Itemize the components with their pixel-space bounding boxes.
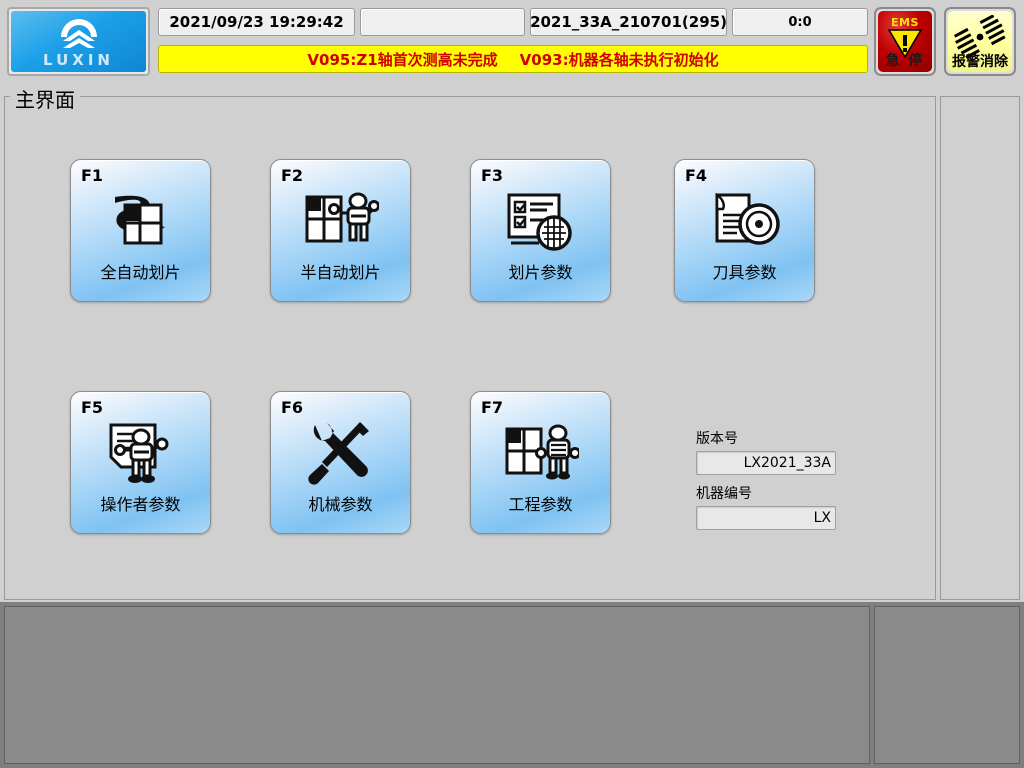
fkey-label: F6: [281, 398, 304, 417]
function-button-f2[interactable]: F2 半自动划片: [270, 159, 411, 302]
machine-params-icon: [302, 418, 380, 490]
fkey-label: F5: [81, 398, 104, 417]
function-button-f6[interactable]: F6 机械参数: [270, 391, 411, 534]
alarm-clear-label: 报警消除: [952, 54, 1008, 70]
fkey-label: F1: [81, 166, 104, 185]
alarm-clear-button[interactable]: 报警消除: [944, 7, 1016, 76]
alarm-message-1: V095:Z1轴首次测高未完成: [307, 50, 498, 69]
hmi-screen: LUXIN 2021/09/23 19:29:42 2021_33A_21070…: [0, 0, 1024, 768]
toolbar-left-group: [4, 606, 870, 764]
function-label: 操作者参数: [100, 495, 181, 514]
function-button-f7[interactable]: F7 工程参数: [470, 391, 611, 534]
function-label: 半自动划片: [300, 263, 381, 282]
machine-info-block: 版本号 LX2021_33A 机器编号 LX: [696, 428, 836, 538]
luxin-mark-icon: [60, 19, 97, 48]
ems-label-cn: 急 停: [885, 53, 925, 69]
fkey-label: F2: [281, 166, 304, 185]
function-label: 划片参数: [508, 263, 573, 282]
datetime-display: 2021/09/23 19:29:42: [158, 8, 355, 36]
company-logo: LUXIN: [7, 7, 150, 76]
semi-auto-dicing-icon: [302, 186, 380, 258]
toolbar-right-group: [874, 606, 1020, 764]
side-panel: [940, 96, 1020, 600]
dicing-params-icon: [502, 186, 580, 258]
machine-number-value: LX: [696, 506, 836, 530]
status-field-blank: [360, 8, 525, 36]
page-title: 主界面: [10, 84, 80, 113]
function-label: 工程参数: [508, 495, 573, 514]
emergency-stop-button[interactable]: EMS 急 停: [874, 7, 936, 76]
function-label: 全自动划片: [100, 263, 181, 282]
logo-text: LUXIN: [43, 51, 114, 69]
version-label: 版本号: [696, 431, 738, 447]
function-label: 机械参数: [308, 495, 373, 514]
fkey-label: F3: [481, 166, 504, 185]
fkey-label: F7: [481, 398, 504, 417]
alarm-message-bar: V095:Z1轴首次测高未完成 V093:机器各轴未执行初始化: [158, 45, 868, 73]
bottom-toolbar: 测高: [0, 602, 1024, 768]
blade-params-icon: [706, 186, 784, 258]
auto-dicing-icon: [102, 186, 180, 258]
function-button-f4[interactable]: F4 刀具参数: [674, 159, 815, 302]
alarm-message-2: V093:机器各轴未执行初始化: [519, 50, 719, 69]
fkey-label: F4: [685, 166, 708, 185]
machine-number-label: 机器编号: [696, 486, 752, 502]
cycle-timer-display: 0:0: [732, 8, 868, 36]
function-label: 刀具参数: [712, 263, 777, 282]
engineering-params-icon: [502, 418, 580, 490]
recipe-name-display: 2021_33A_210701(295): [530, 8, 727, 36]
operator-params-icon: [102, 418, 180, 490]
version-value: LX2021_33A: [696, 451, 836, 475]
header-bar: LUXIN 2021/09/23 19:29:42 2021_33A_21070…: [0, 0, 1024, 80]
function-button-f1[interactable]: F1 全自动划片: [70, 159, 211, 302]
function-button-f5[interactable]: F5 操作者参数: [70, 391, 211, 534]
function-button-f3[interactable]: F3 划片参数: [470, 159, 611, 302]
